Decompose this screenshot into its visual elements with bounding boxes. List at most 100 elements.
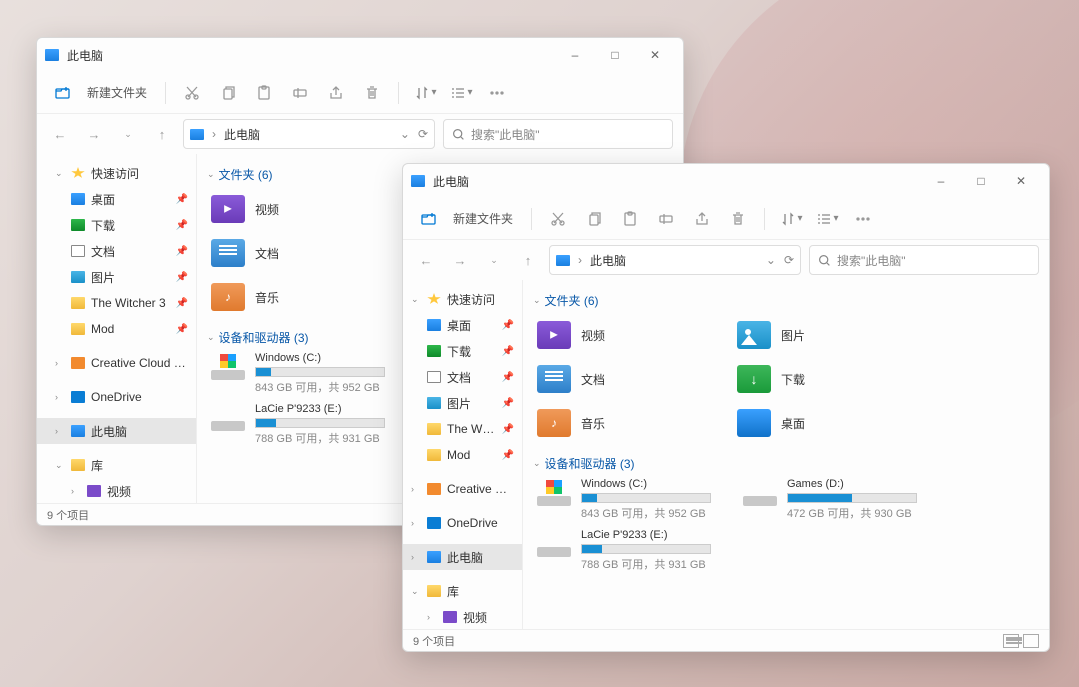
cut-icon[interactable] [542, 203, 574, 235]
titlebar[interactable]: 此电脑 – □ ✕ [37, 38, 683, 72]
search-box[interactable]: 搜索"此电脑" [443, 119, 673, 149]
library-icon [71, 459, 85, 471]
drive-e[interactable]: LaCie P'9233 (E:)788 GB 可用，共 931 GB [211, 403, 401, 446]
pictures-icon [427, 397, 441, 409]
minimize-button[interactable]: – [921, 167, 961, 195]
titlebar[interactable]: 此电脑 – □ ✕ [403, 164, 1049, 198]
folder-music[interactable]: 音乐 [537, 403, 717, 443]
back-button[interactable]: ← [413, 247, 439, 273]
sidebar-documents[interactable]: 文档📌 [37, 238, 196, 264]
view-grid-icon[interactable] [1023, 634, 1039, 648]
sidebar-downloads[interactable]: 下载📌 [37, 212, 196, 238]
sidebar-creative-cloud[interactable]: ›Creative Cloud Files [37, 350, 196, 376]
sidebar-libraries[interactable]: ⌄库 [37, 452, 196, 478]
sidebar-quick-access[interactable]: ⌄快速访问 [37, 160, 196, 186]
pc-icon [427, 551, 441, 563]
sidebar-documents[interactable]: 文档📌 [403, 364, 522, 390]
delete-icon[interactable] [722, 203, 754, 235]
cut-icon[interactable] [176, 77, 208, 109]
address-bar[interactable]: › 此电脑 ⌄ ⟳ [183, 119, 435, 149]
sidebar-quick-access[interactable]: ⌄快速访问 [403, 286, 522, 312]
sidebar-pictures[interactable]: 图片📌 [403, 390, 522, 416]
sidebar-this-pc[interactable]: ›此电脑 [403, 544, 522, 570]
sidebar-mod[interactable]: Mod📌 [37, 316, 196, 342]
more-button[interactable] [847, 203, 879, 235]
folder-music[interactable]: 音乐 [211, 277, 391, 317]
refresh-icon[interactable]: ⟳ [418, 127, 428, 141]
drive-icon [743, 480, 777, 506]
addr-dropdown-icon[interactable]: ⌄ [400, 127, 410, 141]
cloud-icon [427, 483, 441, 495]
sidebar-lib-video[interactable]: ›视频 [403, 604, 522, 629]
drive-c[interactable]: Windows (C:)843 GB 可用，共 952 GB [537, 478, 727, 521]
window-title: 此电脑 [67, 47, 103, 64]
new-folder-icon[interactable] [47, 77, 79, 109]
sidebar-desktop[interactable]: 桌面📌 [403, 312, 522, 338]
sidebar-witcher[interactable]: The Witcher 3📌 [403, 416, 522, 442]
pictures-icon [71, 271, 85, 283]
folder-desktop[interactable]: 桌面 [737, 403, 917, 443]
sidebar-desktop[interactable]: 桌面📌 [37, 186, 196, 212]
view-button[interactable]: ▾ [445, 77, 477, 109]
back-button[interactable]: ← [47, 121, 73, 147]
folder-downloads[interactable]: 下载 [737, 359, 917, 399]
minimize-button[interactable]: – [555, 41, 595, 69]
breadcrumb[interactable]: 此电脑 [224, 126, 260, 143]
folder-pictures[interactable]: 图片 [737, 315, 917, 355]
forward-button[interactable]: → [81, 121, 107, 147]
new-folder-label[interactable]: 新建文件夹 [87, 84, 147, 101]
folder-video[interactable]: 视频 [211, 189, 391, 229]
new-folder-label[interactable]: 新建文件夹 [453, 210, 513, 227]
more-button[interactable] [481, 77, 513, 109]
paste-icon[interactable] [614, 203, 646, 235]
folders-section-header[interactable]: ⌄文件夹 (6) [533, 292, 1049, 309]
drive-d[interactable]: Games (D:)472 GB 可用，共 930 GB [743, 478, 933, 521]
copy-icon[interactable] [578, 203, 610, 235]
sidebar-onedrive[interactable]: ›OneDrive [403, 510, 522, 536]
sort-button[interactable]: ▾ [775, 203, 807, 235]
address-bar[interactable]: › 此电脑 ⌄ ⟳ [549, 245, 801, 275]
close-button[interactable]: ✕ [635, 41, 675, 69]
sort-button[interactable]: ▾ [409, 77, 441, 109]
window-title: 此电脑 [433, 173, 469, 190]
addr-dropdown-icon[interactable]: ⌄ [766, 253, 776, 267]
sidebar-this-pc[interactable]: ›此电脑 [37, 418, 196, 444]
breadcrumb[interactable]: 此电脑 [590, 252, 626, 269]
toolbar: 新建文件夹 ▾ ▾ [403, 198, 1049, 240]
delete-icon[interactable] [356, 77, 388, 109]
up-button[interactable]: ↑ [515, 247, 541, 273]
folder-video[interactable]: 视频 [537, 315, 717, 355]
folder-documents[interactable]: 文档 [537, 359, 717, 399]
sidebar-onedrive[interactable]: ›OneDrive [37, 384, 196, 410]
share-icon[interactable] [320, 77, 352, 109]
close-button[interactable]: ✕ [1001, 167, 1041, 195]
share-icon[interactable] [686, 203, 718, 235]
folder-documents[interactable]: 文档 [211, 233, 391, 273]
view-list-icon[interactable] [1003, 634, 1019, 648]
up-button[interactable]: ↑ [149, 121, 175, 147]
rename-icon[interactable] [650, 203, 682, 235]
sidebar-lib-video[interactable]: ›视频 [37, 478, 196, 503]
paste-icon[interactable] [248, 77, 280, 109]
new-folder-icon[interactable] [413, 203, 445, 235]
copy-icon[interactable] [212, 77, 244, 109]
maximize-button[interactable]: □ [595, 41, 635, 69]
sidebar-mod[interactable]: Mod📌 [403, 442, 522, 468]
view-button[interactable]: ▾ [811, 203, 843, 235]
documents-folder-icon [211, 239, 245, 267]
sidebar-libraries[interactable]: ⌄库 [403, 578, 522, 604]
sidebar-pictures[interactable]: 图片📌 [37, 264, 196, 290]
history-dropdown[interactable]: ⌄ [481, 247, 507, 273]
drive-c[interactable]: Windows (C:)843 GB 可用，共 952 GB [211, 352, 401, 395]
refresh-icon[interactable]: ⟳ [784, 253, 794, 267]
sidebar-creative-cloud[interactable]: ›Creative Cloud Files [403, 476, 522, 502]
sidebar-witcher[interactable]: The Witcher 3📌 [37, 290, 196, 316]
forward-button[interactable]: → [447, 247, 473, 273]
maximize-button[interactable]: □ [961, 167, 1001, 195]
sidebar-downloads[interactable]: 下载📌 [403, 338, 522, 364]
drives-section-header[interactable]: ⌄设备和驱动器 (3) [533, 455, 1049, 472]
history-dropdown[interactable]: ⌄ [115, 121, 141, 147]
rename-icon[interactable] [284, 77, 316, 109]
search-box[interactable]: 搜索"此电脑" [809, 245, 1039, 275]
drive-e[interactable]: LaCie P'9233 (E:)788 GB 可用，共 931 GB [537, 529, 727, 572]
